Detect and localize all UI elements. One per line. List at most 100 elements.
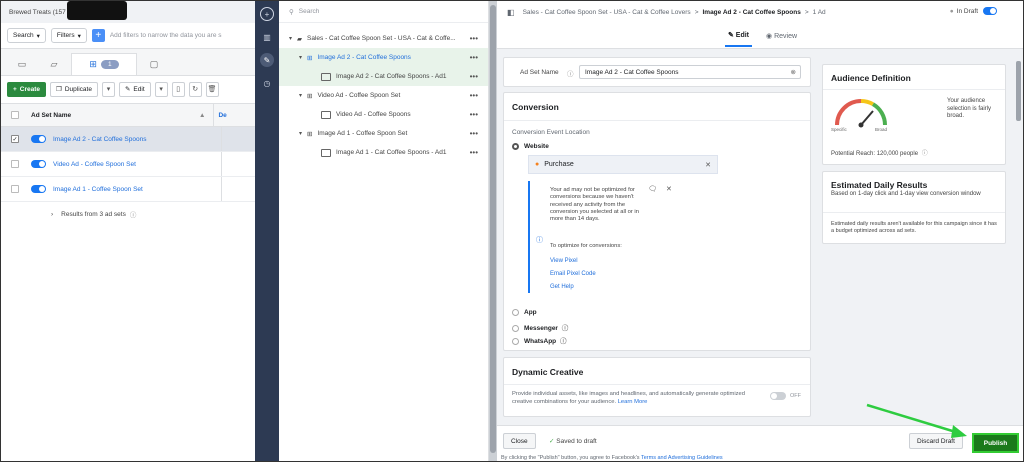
clock-icon[interactable]: ◷ [260, 76, 274, 90]
more-icon[interactable]: ••• [470, 72, 478, 81]
table-row[interactable]: Video Ad - Coffee Spoon Set [1, 152, 255, 177]
tab-ads[interactable]: ▢ [139, 53, 169, 75]
clear-icon[interactable]: ⊗ [791, 68, 796, 76]
add-icon[interactable]: + [260, 7, 274, 21]
more-icon[interactable]: ••• [470, 110, 478, 119]
chevron-down-icon: ▾ [77, 32, 81, 40]
tree-item-adset[interactable]: ▾ ⊞ Video Ad - Coffee Spoon Set ••• [279, 86, 488, 105]
scroll-thumb[interactable] [490, 5, 496, 453]
row-checkbox[interactable]: ✓ [11, 135, 19, 143]
search-dropdown[interactable]: Search ▾ [7, 28, 46, 43]
sort-icon[interactable]: ▲ [199, 112, 205, 119]
publish-button[interactable]: Publish [972, 433, 1019, 453]
breadcrumb-ad[interactable]: 1 Ad [813, 9, 826, 16]
row-toggle[interactable] [31, 160, 46, 168]
row-toggle[interactable] [31, 135, 46, 143]
account-bar[interactable]: Brewed Treats (157 [1, 1, 255, 23]
more-icon[interactable]: ••• [470, 148, 478, 157]
email-pixel-code-link[interactable]: Email Pixel Code [550, 271, 596, 277]
app-radio[interactable]: App [512, 309, 537, 316]
close-icon[interactable]: ✕ [705, 161, 711, 169]
view-pixel-link[interactable]: View Pixel [550, 258, 578, 264]
whatsapp-radio[interactable]: WhatsApp ⓘ [512, 335, 566, 345]
filters-dropdown[interactable]: Filters ▾ [50, 28, 87, 43]
conversion-event-select[interactable]: ● Purchase ✕ [528, 155, 718, 174]
chart-icon[interactable]: ▥ [260, 30, 274, 44]
row-checkbox[interactable] [11, 160, 19, 168]
filter-input[interactable]: Add filters to narrow the data you are s [110, 32, 222, 39]
tab-edit[interactable]: ✎ Edit [724, 24, 753, 47]
search-filter-bar: Search ▾ Filters ▾ + Add filters to narrow… [1, 23, 255, 49]
grid-icon: ⊞ [307, 130, 313, 138]
edit-button[interactable]: ✎ Edit [118, 81, 151, 97]
more-icon[interactable]: ••• [470, 34, 478, 43]
create-button[interactable]: + Create [7, 81, 47, 97]
duplicate-button[interactable]: ❐ Duplicate [50, 81, 98, 97]
breadcrumb-campaign[interactable]: Sales - Cat Coffee Spoon Set - USA - Cat… [523, 9, 691, 16]
add-filter-button[interactable]: + [91, 29, 105, 42]
editor-panel: ◧ Sales - Cat Coffee Spoon Set - USA - C… [497, 1, 1023, 461]
check-icon: ✓ [549, 438, 555, 445]
row-toggle[interactable] [31, 185, 46, 193]
status-toggle[interactable] [983, 7, 997, 15]
copy-icon: ❐ [56, 86, 62, 93]
table-row[interactable]: Image Ad 1 - Coffee Spoon Set [1, 177, 255, 202]
feedback-icon[interactable]: 🗨 [648, 185, 657, 193]
ab-test-icon[interactable]: ▯ [171, 81, 185, 97]
more-icon[interactable]: ••• [470, 53, 478, 62]
select-all-checkbox[interactable] [11, 111, 19, 119]
tree-item-ad[interactable]: Image Ad 2 - Cat Coffee Spoons - Ad1 ••• [279, 67, 488, 86]
adset-name-input[interactable]: Image Ad 2 - Cat Coffee Spoons ⊗ [579, 65, 801, 79]
more-icon[interactable]: ••• [470, 91, 478, 100]
messenger-radio[interactable]: Messenger ⓘ [512, 322, 568, 332]
tree-item-adset[interactable]: ▾ ⊞ Image Ad 2 - Cat Coffee Spoons ••• [279, 48, 488, 67]
trash-icon[interactable]: 🗑 [205, 81, 219, 97]
tab-folders[interactable]: ▱ [39, 53, 69, 75]
campaign-icon: ▭ [17, 58, 27, 69]
duplicate-dropdown[interactable]: ▾ [101, 81, 115, 97]
pixel-warning: ⓘ Your ad may not be optimized for conve… [528, 181, 680, 293]
table-row[interactable]: ✓ Image Ad 2 - Cat Coffee Spoons [1, 127, 255, 152]
terms-link[interactable]: Terms and Advertising Guidelines [641, 455, 723, 461]
row-name[interactable]: Image Ad 2 - Cat Coffee Spoons [53, 136, 213, 143]
results-summary: › Results from 3 ad sets ⓘ [51, 210, 137, 220]
tree-item-ad[interactable]: Video Ad - Coffee Spoons ••• [279, 105, 488, 124]
close-icon[interactable]: ✕ [666, 185, 672, 193]
grid-icon: ⊞ [89, 59, 97, 69]
learn-more-link[interactable]: Learn More [618, 399, 648, 405]
scroll-thumb[interactable] [1016, 61, 1021, 121]
tab-campaigns[interactable]: ▭ [7, 53, 37, 75]
tree-scrollbar[interactable] [489, 1, 497, 461]
website-radio[interactable]: Website [512, 143, 549, 150]
dynamic-creative-toggle[interactable] [770, 392, 786, 400]
caret-down-icon: ▾ [299, 93, 303, 99]
row-checkbox[interactable] [11, 185, 19, 193]
breadcrumb-adset[interactable]: Image Ad 2 - Cat Coffee Spoons [702, 9, 800, 16]
row-name[interactable]: Video Ad - Coffee Spoon Set [53, 161, 213, 168]
edit-dropdown[interactable]: ▾ [154, 81, 168, 97]
get-help-link[interactable]: Get Help [550, 284, 574, 290]
tab-adsets[interactable]: ⊞ 1 [71, 53, 137, 75]
tab-review[interactable]: ◉ Review [766, 32, 797, 40]
panel-toggle-icon[interactable]: ◧ [507, 8, 515, 17]
tree-item-adset[interactable]: ▾ ⊞ Image Ad 1 - Coffee Spoon Set ••• [279, 124, 488, 143]
close-button[interactable]: Close [503, 433, 536, 449]
dynamic-creative-title: Dynamic Creative [512, 367, 584, 377]
row-name[interactable]: Image Ad 1 - Coffee Spoon Set [53, 186, 213, 193]
refresh-icon[interactable]: ↻ [188, 81, 202, 97]
gauge-left-label: Specific [831, 127, 847, 132]
pencil-icon: ✎ [124, 86, 131, 93]
tree-item-ad[interactable]: Image Ad 1 - Cat Coffee Spoons - Ad1 ••• [279, 143, 488, 162]
tree-search-input[interactable]: ⚲ Search [279, 1, 488, 23]
pencil-icon[interactable]: ✎ [260, 53, 274, 67]
editor-scrollbar[interactable] [1016, 61, 1022, 421]
tree-item-campaign[interactable]: ▾ ▰ Sales - Cat Coffee Spoon Set - USA -… [279, 29, 488, 48]
dynamic-creative-card: Dynamic Creative Provide individual asse… [503, 357, 811, 417]
daily-results-card: Estimated Daily Results Based on 1-day c… [822, 171, 1006, 244]
campaign-tree: ⚲ Search ▾ ▰ Sales - Cat Coffee Spoon Se… [279, 1, 489, 461]
more-icon[interactable]: ••• [470, 129, 478, 138]
adset-name-card: Ad Set Name ⓘ Image Ad 2 - Cat Coffee Sp… [503, 57, 811, 87]
column-header-name[interactable]: Ad Set Name [31, 112, 199, 119]
column-header-delivery[interactable]: De [218, 112, 226, 119]
chevron-down-icon: ▾ [36, 32, 40, 40]
